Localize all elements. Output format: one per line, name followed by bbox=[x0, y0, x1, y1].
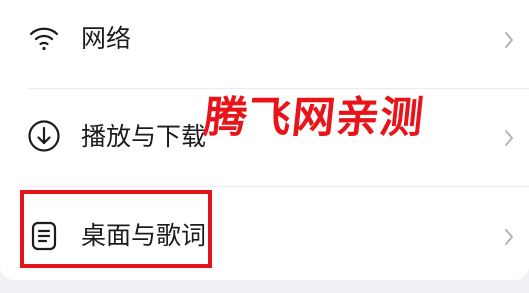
chevron-right-icon bbox=[503, 129, 515, 147]
highlight-box bbox=[20, 190, 212, 268]
settings-item-network[interactable]: 网络 bbox=[0, 0, 529, 88]
settings-item-label: 网络 bbox=[81, 24, 132, 53]
chevron-right-icon bbox=[503, 228, 515, 246]
settings-item-label: 播放与下载 bbox=[81, 122, 207, 151]
chevron-right-icon bbox=[503, 31, 515, 49]
wifi-icon bbox=[27, 22, 61, 56]
download-circle-icon bbox=[27, 119, 61, 153]
watermark-text: 腾飞网亲测 bbox=[201, 93, 427, 143]
